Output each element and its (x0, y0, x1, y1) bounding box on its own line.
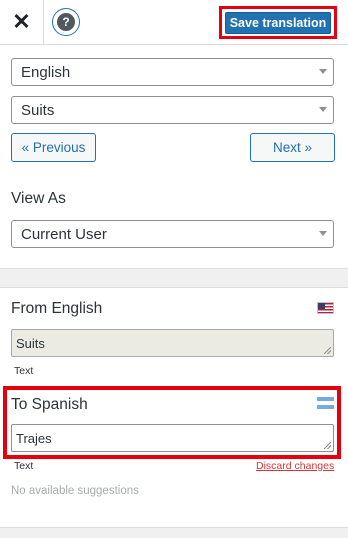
next-button[interactable]: Next » (250, 133, 335, 162)
source-language-title: From English (11, 300, 103, 317)
chevron-down-icon (319, 107, 327, 112)
us-flag-icon (317, 302, 334, 314)
view-as-select[interactable]: Current User (11, 220, 334, 248)
target-language-title: To Spanish (11, 396, 88, 413)
chevron-down-icon (319, 231, 327, 236)
translation-input[interactable]: Trajes (11, 424, 334, 452)
string-select[interactable]: Suits (11, 96, 334, 124)
suggestions-status: No available suggestions (11, 485, 139, 497)
language-select[interactable]: English (11, 58, 334, 86)
section-divider (0, 268, 348, 288)
chevron-down-icon (319, 69, 327, 74)
previous-button[interactable]: « Previous (11, 133, 96, 162)
close-icon[interactable]: ✕ (0, 0, 44, 44)
source-text-value: Suits (16, 336, 45, 351)
resize-handle-icon[interactable] (324, 347, 331, 354)
help-icon: ? (57, 13, 75, 31)
string-select-value: Suits (21, 101, 55, 119)
translation-input-value: Trajes (16, 431, 52, 446)
source-text-field: Suits (11, 329, 334, 357)
save-highlight-frame: Save translation (219, 6, 337, 39)
bottom-divider (0, 527, 348, 538)
view-as-label: View As (11, 190, 66, 207)
target-type-label: Text (14, 460, 34, 472)
discard-changes-link[interactable]: Discard changes (256, 460, 334, 472)
save-translation-button[interactable]: Save translation (225, 11, 331, 34)
help-button[interactable]: ? (52, 8, 80, 36)
resize-handle-icon[interactable] (324, 442, 331, 449)
view-as-select-value: Current User (21, 225, 107, 243)
top-toolbar: ✕ ? Save translation (0, 0, 348, 45)
language-select-value: English (21, 63, 71, 81)
argentina-flag-icon (317, 397, 334, 409)
source-type-label: Text (14, 365, 34, 377)
